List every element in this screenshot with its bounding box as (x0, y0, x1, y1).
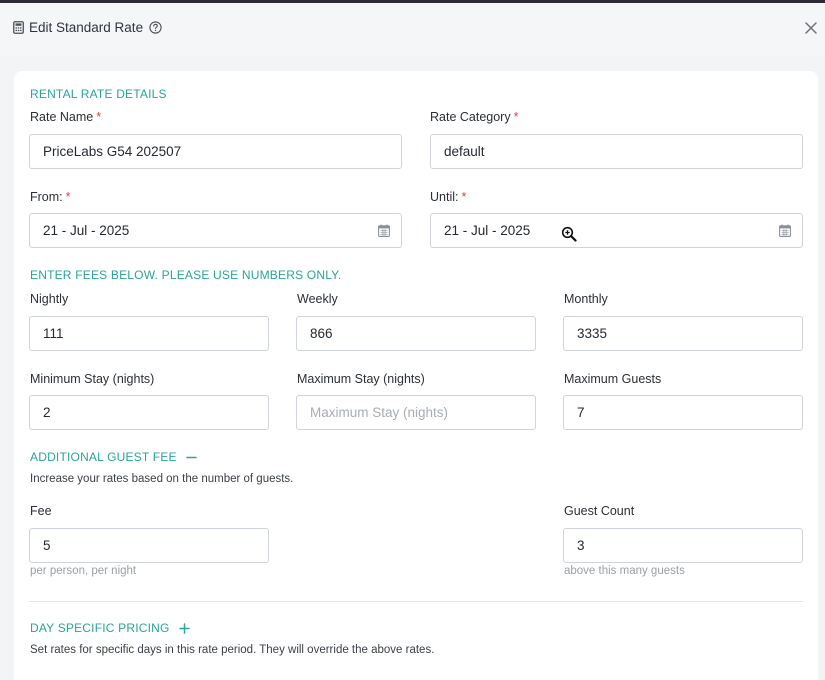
modal-title-text: Edit Standard Rate (29, 20, 144, 35)
required-mark: * (65, 190, 71, 204)
help-circle-icon[interactable] (149, 21, 162, 34)
fee-input[interactable]: 5 (29, 528, 269, 563)
calculator-icon (13, 21, 24, 34)
min-stay-input[interactable]: 2 (29, 395, 269, 430)
nightly-label: Nightly (30, 292, 69, 306)
weekly-input[interactable]: 866 (296, 316, 536, 351)
nightly-value: 111 (43, 326, 64, 341)
plus-icon[interactable] (178, 622, 190, 634)
day-specific-description: Set rates for specific days in this rate… (30, 644, 435, 656)
min-stay-value: 2 (43, 405, 51, 420)
rate-name-value: PriceLabs G54 202507 (43, 144, 182, 159)
until-date-input[interactable]: 21 - Jul - 2025 (430, 213, 803, 248)
calendar-icon[interactable] (779, 224, 791, 237)
rate-category-label: Rate Category * (430, 110, 518, 124)
section-rental-title: RENTAL RATE DETAILS (30, 87, 167, 101)
until-label: Until: * (430, 190, 466, 204)
rate-category-label-text: Rate Category (430, 110, 511, 124)
guest-fee-description: Increase your rates based on the number … (30, 473, 294, 485)
nightly-input[interactable]: 111 (29, 316, 269, 351)
rate-category-input[interactable]: default (430, 134, 803, 169)
rate-name-label: Rate Name * (30, 110, 101, 124)
max-stay-placeholder: Maximum Stay (nights) (310, 405, 449, 420)
modal-title: Edit Standard Rate (13, 20, 162, 35)
fee-label: Fee (30, 504, 52, 518)
max-stay-label: Maximum Stay (nights) (297, 372, 425, 386)
modal-header: Edit Standard Rate (0, 3, 825, 56)
guest-count-input[interactable]: 3 (563, 528, 803, 563)
monthly-input[interactable]: 3335 (563, 316, 803, 351)
required-mark: * (461, 190, 467, 204)
until-date-value: 21 - Jul - 2025 (444, 223, 531, 238)
rate-name-label-text: Rate Name (30, 110, 94, 124)
min-stay-label: Minimum Stay (nights) (30, 372, 155, 386)
rate-name-input[interactable]: PriceLabs G54 202507 (29, 134, 402, 169)
from-date-input[interactable]: 21 - Jul - 2025 (29, 213, 402, 248)
from-date-value: 21 - Jul - 2025 (43, 223, 130, 238)
max-guests-value: 7 (577, 405, 585, 420)
section-additional-guest-fee: ADDITIONAL GUEST FEE (30, 450, 197, 464)
section-fees-title: ENTER FEES BELOW. PLEASE USE NUMBERS ONL… (30, 268, 342, 282)
monthly-value: 3335 (577, 326, 608, 341)
guest-count-value: 3 (577, 538, 585, 553)
section-rental-rate-details: RENTAL RATE DETAILS (30, 87, 167, 101)
max-guests-label: Maximum Guests (564, 372, 662, 386)
section-divider (29, 601, 803, 602)
from-label: From: * (30, 190, 71, 204)
section-guest-fee-title: ADDITIONAL GUEST FEE (30, 450, 177, 464)
fee-helper-text: per person, per night (30, 565, 137, 577)
fee-value: 5 (43, 538, 51, 553)
rate-category-value: default (444, 144, 485, 159)
close-icon[interactable] (803, 20, 819, 36)
from-label-text: From: (30, 190, 63, 204)
zoom-cursor-icon (561, 226, 577, 242)
section-day-specific-title: DAY SPECIFIC PRICING (30, 621, 170, 635)
guest-count-label: Guest Count (564, 504, 635, 518)
section-day-specific-pricing: DAY SPECIFIC PRICING (30, 621, 190, 635)
guest-count-helper-text: above this many guests (564, 565, 685, 577)
until-label-text: Until: (430, 190, 459, 204)
weekly-label: Weekly (297, 292, 338, 306)
minus-icon[interactable] (185, 452, 197, 463)
monthly-label: Monthly (564, 292, 608, 306)
required-mark: * (96, 110, 102, 124)
max-guests-input[interactable]: 7 (563, 395, 803, 430)
calendar-icon[interactable] (378, 224, 390, 237)
section-fees: ENTER FEES BELOW. PLEASE USE NUMBERS ONL… (30, 268, 341, 282)
max-stay-input[interactable]: Maximum Stay (nights) (296, 395, 536, 430)
required-mark: * (513, 110, 519, 124)
weekly-value: 866 (310, 326, 333, 341)
